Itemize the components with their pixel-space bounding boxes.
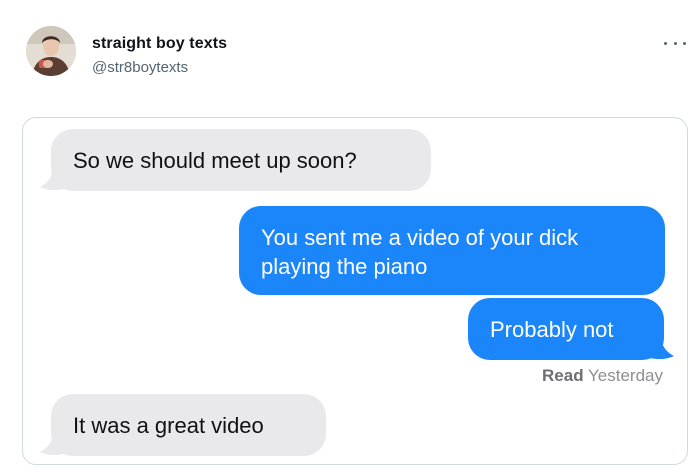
message-bubble-received: It was a great video (51, 394, 326, 456)
tweet-media-image[interactable]: So we should meet up soon? You sent me a… (22, 117, 688, 465)
message-text: It was a great video (73, 412, 264, 438)
more-dot (664, 41, 667, 45)
more-dot (683, 41, 686, 45)
profile-photo-icon (26, 26, 76, 76)
tweet-header: straight boy texts @str8boytexts (0, 0, 700, 110)
message-text: So we should meet up soon? (73, 147, 357, 173)
message-bubble-received: So we should meet up soon? (51, 129, 431, 191)
bubble-tail-right (650, 338, 674, 360)
author-display-name[interactable]: straight boy texts (92, 35, 227, 53)
author-handle[interactable]: @str8boytexts (92, 59, 188, 76)
more-horizontal-icon[interactable] (664, 38, 686, 48)
message-text: Probably not (490, 316, 614, 342)
read-receipt-label: Read (542, 366, 584, 385)
message-bubble-sent: You sent me a video of your dick playing… (239, 206, 665, 295)
more-dot (673, 41, 677, 45)
avatar[interactable] (26, 26, 76, 76)
read-receipt: Read Yesterday (542, 366, 663, 386)
read-receipt-time: Yesterday (588, 366, 663, 385)
bubble-tail-left (40, 169, 64, 191)
message-text: You sent me a video of your dick playing… (261, 224, 579, 279)
bubble-tail-left (40, 434, 64, 456)
message-bubble-sent: Probably not (468, 298, 664, 360)
